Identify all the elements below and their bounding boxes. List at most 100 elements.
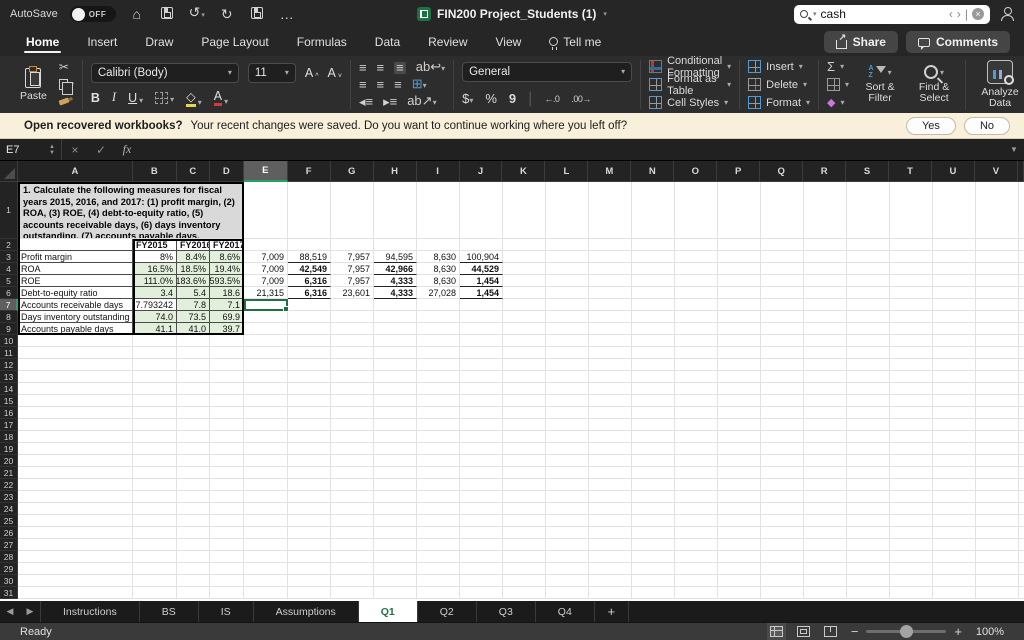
cell-E29[interactable]: [244, 563, 288, 575]
cell-Q17[interactable]: [761, 419, 804, 431]
cell-V14[interactable]: [976, 383, 1019, 395]
cut-button[interactable]: ✂: [59, 61, 74, 74]
cell-E4[interactable]: 7,009: [244, 263, 288, 275]
cell-27[interactable]: [1019, 539, 1024, 551]
cell-H27[interactable]: [374, 539, 417, 551]
cell-P2[interactable]: [718, 239, 761, 251]
cell-V26[interactable]: [976, 527, 1019, 539]
cell-T14[interactable]: [890, 383, 933, 395]
cell-U28[interactable]: [933, 551, 976, 563]
percent-format-button[interactable]: %: [485, 91, 497, 106]
cell-E2[interactable]: [244, 239, 288, 251]
cell-U18[interactable]: [933, 431, 976, 443]
cell-N1[interactable]: [632, 182, 675, 239]
cell-C20[interactable]: [177, 455, 210, 467]
cell-I9[interactable]: [417, 323, 460, 335]
cell-A6[interactable]: Debt-to-equity ratio: [18, 287, 133, 299]
cell-V22[interactable]: [976, 479, 1019, 491]
cell-A3[interactable]: Profit margin: [18, 251, 133, 263]
cell-U12[interactable]: [933, 359, 976, 371]
cell-styles-button[interactable]: Cell Styles▾: [649, 95, 731, 111]
cell-N29[interactable]: [632, 563, 675, 575]
cell-D8[interactable]: 69.9: [210, 311, 244, 323]
cell-Q3[interactable]: [761, 251, 804, 263]
cell-H1[interactable]: [374, 182, 417, 239]
cell-M29[interactable]: [589, 563, 632, 575]
cell-T15[interactable]: [890, 395, 933, 407]
cell-P19[interactable]: [718, 443, 761, 455]
column-header-U[interactable]: U: [932, 161, 975, 182]
formula-bar-expand-icon[interactable]: ▼: [1004, 145, 1024, 154]
cell-K19[interactable]: [503, 443, 546, 455]
cell-C6[interactable]: 5.4: [177, 287, 210, 299]
fill-color-button[interactable]: ◇▾: [186, 89, 202, 107]
cell-U3[interactable]: [933, 251, 976, 263]
cell-G10[interactable]: [331, 335, 374, 347]
cell-T1[interactable]: [890, 182, 933, 239]
cell-C7[interactable]: 7.8: [177, 299, 210, 311]
cell-V11[interactable]: [976, 347, 1019, 359]
cell-A28[interactable]: [18, 551, 133, 563]
tab-home[interactable]: Home: [14, 28, 71, 56]
cell-28[interactable]: [1019, 551, 1024, 563]
cell-1[interactable]: [1019, 182, 1024, 239]
cell-O19[interactable]: [675, 443, 718, 455]
cell-Q1[interactable]: [761, 182, 804, 239]
cell-G7[interactable]: [331, 299, 374, 311]
row-header-10[interactable]: 10: [0, 335, 18, 347]
tab-data[interactable]: Data: [363, 28, 412, 56]
cell-B27[interactable]: [133, 539, 177, 551]
cell-R16[interactable]: [804, 407, 847, 419]
cell-S27[interactable]: [847, 539, 890, 551]
cell-L10[interactable]: [546, 335, 589, 347]
cell-K15[interactable]: [503, 395, 546, 407]
cell-E13[interactable]: [244, 371, 288, 383]
increase-decimal-button[interactable]: ←.0: [544, 94, 559, 104]
cell-K31[interactable]: [503, 587, 546, 599]
cell-Q24[interactable]: [761, 503, 804, 515]
cell-A18[interactable]: [18, 431, 133, 443]
decrease-decimal-button[interactable]: .00→: [571, 94, 591, 104]
cell-G17[interactable]: [331, 419, 374, 431]
cell-G23[interactable]: [331, 491, 374, 503]
cell-F18[interactable]: [288, 431, 331, 443]
cell-A4[interactable]: ROA: [18, 263, 133, 275]
cell-H19[interactable]: [374, 443, 417, 455]
cell-31[interactable]: [1019, 587, 1024, 599]
cell-C24[interactable]: [177, 503, 210, 515]
cell-J24[interactable]: [460, 503, 503, 515]
cell-F14[interactable]: [288, 383, 331, 395]
cell-S17[interactable]: [847, 419, 890, 431]
cell-S25[interactable]: [847, 515, 890, 527]
cell-D3[interactable]: 8.6%: [210, 251, 244, 263]
cell-S5[interactable]: [847, 275, 890, 287]
column-header-F[interactable]: F: [288, 161, 331, 182]
cell-Q7[interactable]: [761, 299, 804, 311]
cell-Q30[interactable]: [761, 575, 804, 587]
cell-B2[interactable]: FY2015: [133, 239, 177, 251]
cell-G28[interactable]: [331, 551, 374, 563]
cell-K17[interactable]: [503, 419, 546, 431]
cell-D19[interactable]: [210, 443, 244, 455]
cell-S8[interactable]: [847, 311, 890, 323]
cell-F1[interactable]: [288, 182, 331, 239]
cell-P16[interactable]: [718, 407, 761, 419]
cell-C14[interactable]: [177, 383, 210, 395]
cell-H25[interactable]: [374, 515, 417, 527]
row-header-21[interactable]: 21: [0, 467, 18, 479]
cell-S10[interactable]: [847, 335, 890, 347]
name-box[interactable]: E7 ▲▼: [0, 139, 62, 160]
cell-C9[interactable]: 41.0: [177, 323, 210, 335]
cell-C11[interactable]: [177, 347, 210, 359]
cell-T21[interactable]: [890, 467, 933, 479]
cell-G12[interactable]: [331, 359, 374, 371]
cell-R8[interactable]: [804, 311, 847, 323]
cell-B26[interactable]: [133, 527, 177, 539]
cell-G13[interactable]: [331, 371, 374, 383]
next-sheet-icon[interactable]: ▶: [20, 601, 40, 622]
cell-G9[interactable]: [331, 323, 374, 335]
formula-input[interactable]: [140, 139, 1004, 160]
cell-U19[interactable]: [933, 443, 976, 455]
cell-J17[interactable]: [460, 419, 503, 431]
cell-G30[interactable]: [331, 575, 374, 587]
